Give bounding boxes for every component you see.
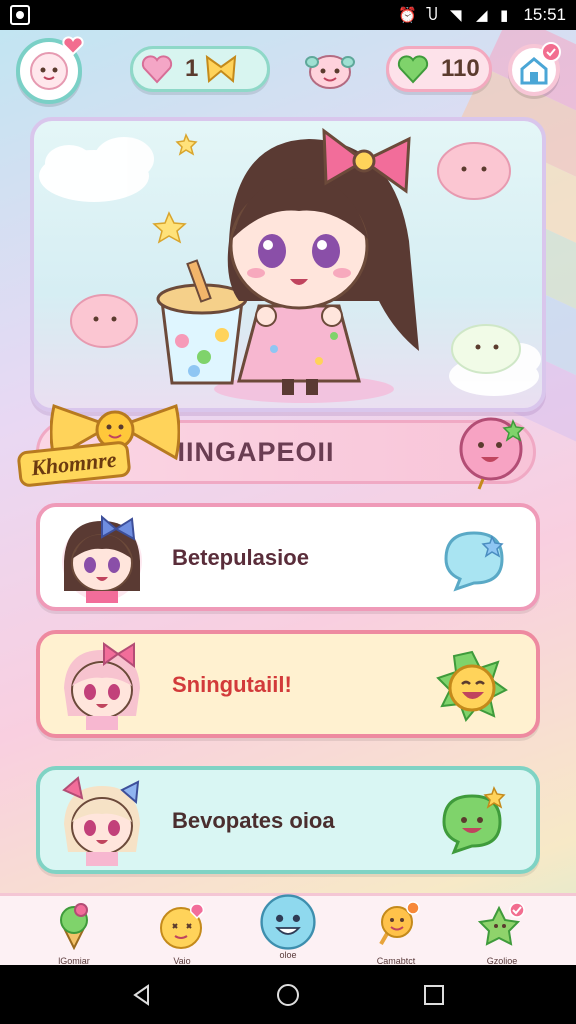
profile-button[interactable] (16, 36, 84, 104)
recents-icon[interactable] (422, 983, 446, 1007)
wifi-icon: ◥ (450, 6, 462, 24)
star-face-icon (160, 903, 205, 949)
pink-heart-icon (141, 54, 173, 84)
chibi-girl-illustration (39, 127, 541, 403)
blonde-girl-avatar (62, 776, 140, 866)
status-bar: ⏰ Ⴎ ◥ ◢ ▮ 15:51 (0, 0, 576, 30)
notification-app-icon (10, 5, 30, 25)
list-card-3[interactable]: Bevopates oioa (36, 766, 540, 874)
check-badge-icon (541, 42, 561, 62)
back-icon[interactable] (130, 983, 154, 1007)
system-navigation-bar (0, 965, 576, 1024)
brunette-girl-avatar (62, 514, 142, 603)
green-heart-icon (397, 54, 429, 84)
nav-item-5[interactable]: Gzolioe (462, 900, 542, 966)
sun-smile-icon (436, 650, 508, 722)
hero-character-card[interactable] (30, 117, 546, 412)
nav-item-3[interactable]: oloe (248, 894, 328, 966)
pink-hearts-counter[interactable]: 1 (130, 46, 270, 92)
nav-item-2[interactable]: Vaio (142, 900, 222, 966)
card-3-label: Bevopates oioa (172, 808, 335, 833)
bottom-nav: lGomiar Vaio oloe Camabtct Gzolioe (0, 893, 576, 966)
pink-balloon-icon[interactable] (457, 415, 529, 491)
nav-item-4[interactable]: Camabtct (356, 900, 436, 966)
green-speech-bubble-icon (442, 786, 506, 855)
nav-item-1[interactable]: lGomiar (34, 900, 114, 966)
smile-sparkle-icon (379, 901, 420, 946)
battery-icon: ▮ (500, 6, 509, 24)
clock: 15:51 (523, 5, 566, 24)
signal-icon: ◢ (476, 6, 488, 24)
mascot-pig-icon[interactable] (304, 50, 356, 92)
gold-bow-icon (206, 54, 237, 83)
blue-bubble-icon (260, 894, 316, 950)
notification-heart-icon (62, 36, 84, 56)
green-hearts-counter[interactable]: 110 (386, 46, 492, 92)
home-button[interactable] (508, 42, 561, 96)
pink-hearts-value: 1 (185, 55, 199, 82)
card-2-label: Sningutaiil! (172, 672, 292, 697)
ice-cream-icon (60, 903, 88, 951)
pink-hair-girl-avatar (64, 642, 140, 730)
list-card-2[interactable]: Sningutaiil! (36, 630, 540, 738)
list-card-1[interactable]: Betepulasioe (36, 503, 540, 611)
green-hearts-value: 110 (441, 55, 480, 82)
card-1-label: Betepulasioe (172, 545, 309, 570)
blue-speech-bubble-icon (444, 531, 504, 592)
alarm-icon: ⏰ (398, 6, 417, 24)
vibrate-icon: Ⴎ (426, 6, 438, 24)
home-circle-icon[interactable] (276, 983, 300, 1007)
green-star-icon (477, 902, 525, 946)
